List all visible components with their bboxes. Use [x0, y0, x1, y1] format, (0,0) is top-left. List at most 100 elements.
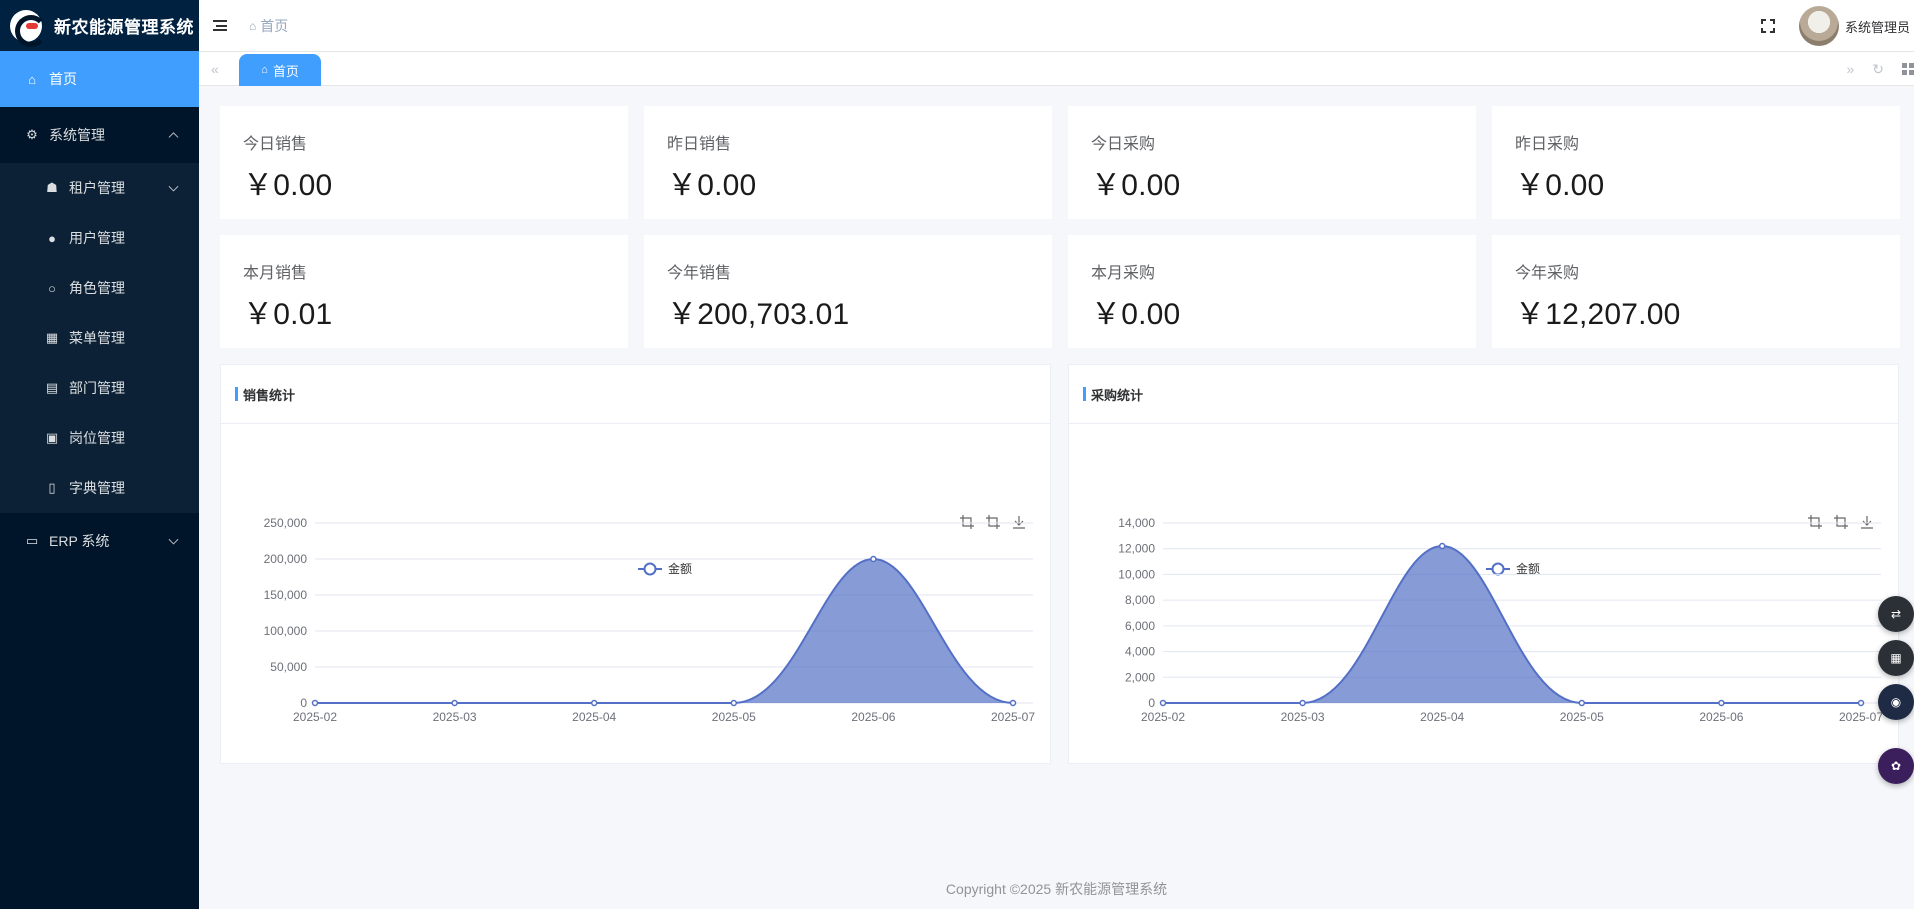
zoom-reset-icon[interactable]	[986, 515, 1000, 529]
stat-card: 今年采购 ￥12,207.00	[1492, 235, 1900, 348]
download-icon[interactable]	[1861, 516, 1873, 529]
zoom-icon[interactable]	[1808, 515, 1822, 529]
data-point	[311, 699, 319, 707]
sidebar-item-erp[interactable]: ▭ ERP 系统	[0, 513, 199, 569]
download-icon[interactable]	[1013, 516, 1025, 529]
tabs-scroll-left-icon[interactable]: «	[211, 61, 219, 77]
sidebar: 新农能源管理系统 ⌂ 首页 ⚙ 系统管理 ☗ 租户管理 ● 用户管理 ○ 角色管…	[0, 0, 199, 909]
x-tick-label: 2025-06	[851, 710, 895, 724]
footer: Copyright ©2025 新农能源管理系统	[945, 881, 1168, 897]
sidebar-item-label: 租户管理	[69, 180, 125, 196]
legend-marker	[643, 562, 657, 576]
home-icon: ⌂	[261, 64, 268, 76]
sidebar-item-label: 部门管理	[69, 380, 125, 396]
stat-label: 今年采购	[1515, 265, 1580, 282]
data-point	[1438, 542, 1446, 550]
logo[interactable]: 新农能源管理系统	[0, 0, 199, 51]
y-tick-label: 14,000	[1118, 516, 1155, 530]
tabs-bar: « ⌂ 首页 » ↻	[199, 52, 1914, 86]
avatar[interactable]	[1798, 6, 1839, 46]
stat-value: ￥0.00	[667, 169, 757, 202]
sidebar-item-dictionary[interactable]: ▯ 字典管理	[0, 463, 199, 513]
sidebar-item-tenant[interactable]: ☗ 租户管理	[0, 163, 199, 213]
x-tick-label: 2025-06	[1699, 710, 1743, 724]
stat-value: ￥0.01	[243, 298, 333, 331]
sidebar-item-system[interactable]: ⚙ 系统管理	[0, 107, 199, 163]
sidebar-item-menus[interactable]: ▦ 菜单管理	[0, 313, 199, 363]
y-tick-label: 100,000	[264, 624, 308, 638]
chevron-up-icon	[168, 132, 179, 143]
tab-label: 首页	[272, 63, 299, 79]
stat-value: ￥0.00	[243, 169, 333, 202]
breadcrumb-item[interactable]: 首页	[260, 16, 288, 36]
user-icon: ●	[48, 230, 56, 246]
zoom-reset-icon[interactable]	[1834, 515, 1848, 529]
x-tick-label: 2025-04	[1420, 710, 1464, 724]
data-point	[1159, 699, 1167, 707]
sidebar-item-posts[interactable]: ▣ 岗位管理	[0, 413, 199, 463]
sidebar-item-label: 系统管理	[49, 127, 105, 143]
chart-toolbox	[960, 515, 1025, 529]
assistant-icon[interactable]: ◉	[1878, 684, 1914, 720]
user-name[interactable]: 系统管理员	[1845, 17, 1910, 36]
data-point	[1009, 699, 1017, 707]
gear-icon: ⚙	[26, 127, 38, 142]
sidebar-item-users[interactable]: ● 用户管理	[0, 213, 199, 263]
y-tick-label: 0	[300, 696, 307, 710]
tab-tools: » ↻	[1846, 52, 1914, 86]
legend-label: 金额	[668, 561, 692, 576]
y-tick-label: 0	[1148, 696, 1155, 710]
sidebar-item-label: 角色管理	[69, 280, 125, 296]
panel-header: 采购统计	[1069, 365, 1898, 424]
data-point	[1299, 699, 1306, 707]
tabs-menu-icon[interactable]	[1902, 63, 1914, 75]
y-tick-label: 6,000	[1125, 619, 1155, 633]
brain-icon[interactable]: ✿	[1878, 748, 1914, 784]
department-icon: ▤	[45, 380, 59, 395]
y-tick-label: 200,000	[264, 552, 308, 566]
stat-card: 本月销售 ￥0.01	[220, 235, 628, 348]
y-tick-label: 4,000	[1125, 645, 1155, 659]
zoom-icon[interactable]	[960, 515, 974, 529]
sidebar-item-departments[interactable]: ▤ 部门管理	[0, 363, 199, 413]
breadcrumb: ⌂ 首页	[249, 16, 288, 36]
x-tick-label: 2025-04	[572, 710, 616, 724]
header-tools: 系统管理员	[1760, 0, 1914, 52]
home-icon: ⌂	[28, 71, 36, 87]
icon-shape	[960, 515, 974, 529]
tab-home[interactable]: ⌂ 首页	[239, 54, 321, 86]
stat-label: 今年销售	[667, 265, 732, 282]
stat-card: 今年销售 ￥200,703.01	[644, 235, 1052, 348]
tabs-scroll-right-icon[interactable]: »	[1846, 61, 1854, 77]
y-tick-label: 8,000	[1125, 593, 1155, 607]
refresh-icon[interactable]: ↻	[1872, 61, 1884, 78]
apps-icon[interactable]: ▦	[1878, 640, 1914, 676]
fullscreen-icon[interactable]	[1760, 19, 1775, 33]
x-tick-label: 2025-07	[1839, 710, 1883, 724]
stat-value: ￥0.00	[1091, 298, 1181, 331]
y-tick-label: 2,000	[1125, 670, 1155, 684]
data-point	[590, 699, 598, 707]
y-tick-label: 150,000	[264, 588, 308, 602]
panel-title: 采购统计	[1091, 387, 1144, 403]
sidebar-item-home[interactable]: ⌂ 首页	[0, 51, 199, 107]
menu-toggle-icon[interactable]	[213, 20, 227, 31]
sidebar-item-roles[interactable]: ○ 角色管理	[0, 263, 199, 313]
y-tick-label: 12,000	[1118, 542, 1155, 556]
chart-legend: 金额	[1486, 561, 1540, 576]
icon-shape	[1834, 515, 1848, 529]
purchase-chart: 金额 0 2,000 4,000 6,000 8,000 10,000 12,000 14,00…	[1118, 515, 1883, 724]
stat-label: 昨日采购	[1515, 136, 1580, 153]
stat-label: 本月销售	[243, 265, 308, 282]
translate-icon[interactable]: ⇄	[1878, 596, 1914, 632]
role-icon: ○	[48, 280, 56, 296]
series-area	[1163, 546, 1861, 703]
data-point	[1578, 699, 1586, 707]
x-tick-label: 2025-05	[1560, 710, 1604, 724]
y-tick-label: 10,000	[1118, 567, 1155, 581]
chevron-down-icon	[168, 181, 179, 192]
title-accent	[1083, 387, 1086, 401]
icon-shape	[1808, 515, 1822, 529]
data-point	[1857, 699, 1865, 707]
stat-value: ￥200,703.01	[667, 298, 850, 331]
